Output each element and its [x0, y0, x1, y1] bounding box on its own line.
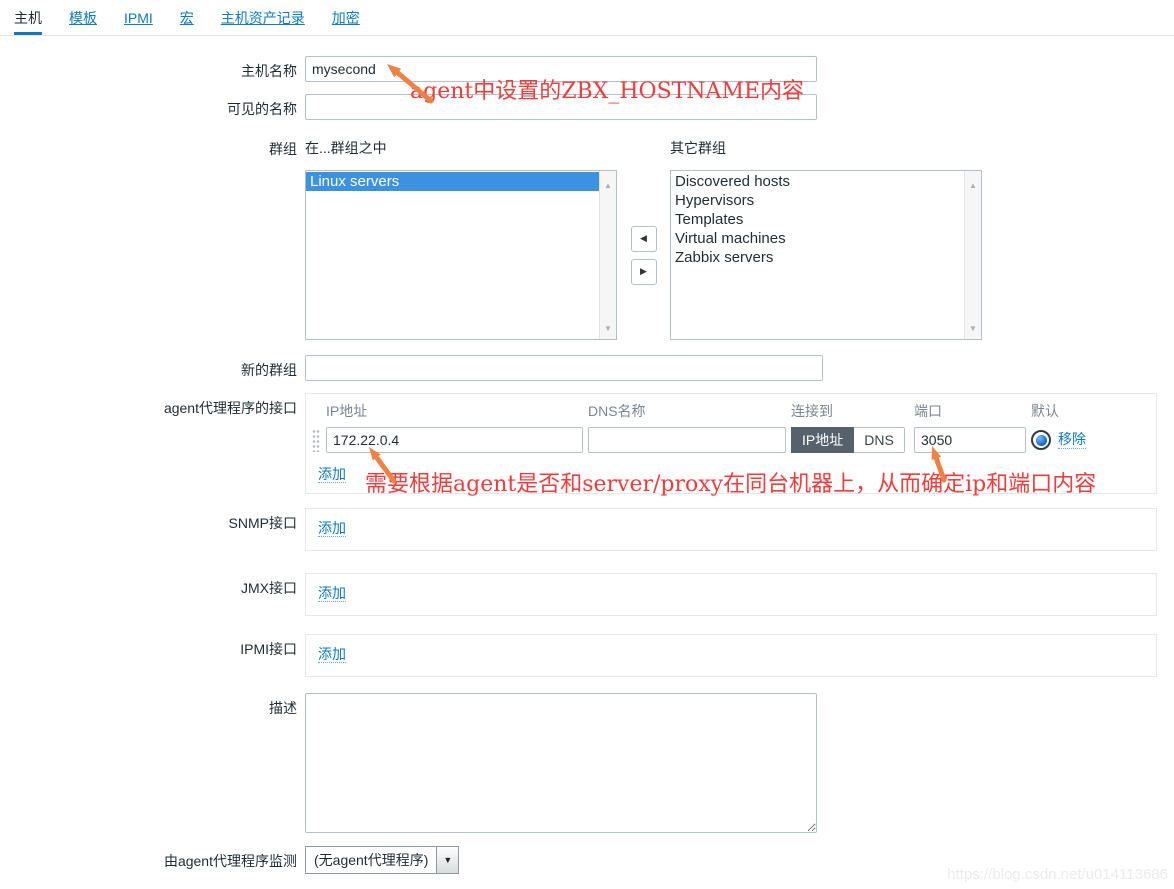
- in-groups-header: 在...群组之中: [305, 139, 617, 157]
- host-form: 主机名称 可见的名称 群组 在...群组之中 Linux servers: [0, 36, 1174, 874]
- description-label: 描述: [0, 693, 305, 718]
- groups-label: 群组: [0, 139, 305, 159]
- other-groups-column: 其它群组 Discovered hostsHypervisorsTemplate…: [670, 139, 982, 340]
- interface-add-row: 添加: [311, 466, 1146, 483]
- list-item[interactable]: Hypervisors: [671, 191, 964, 210]
- description-textarea[interactable]: [305, 693, 817, 833]
- scroll-down-icon[interactable]: [604, 318, 612, 335]
- scroll-up-icon[interactable]: [604, 175, 612, 192]
- combo-dropdown-icon[interactable]: [437, 846, 459, 874]
- jmx-box: 添加: [305, 573, 1157, 616]
- column-header-default: 默认: [1031, 402, 1146, 420]
- host-name-label: 主机名称: [0, 56, 305, 81]
- row-agent-interfaces: agent代理程序的接口 IP地址 DNS名称 连接到 端口 默认 IP地址: [0, 393, 1174, 494]
- groups-widget: 在...群组之中 Linux servers: [305, 139, 982, 340]
- host-config-page: 主机 模板 IPMI 宏 主机资产记录 加密 主机名称 可见的名称 群组 在...群组之中…: [0, 0, 1174, 889]
- interface-port-input[interactable]: [914, 427, 1026, 453]
- other-groups-header: 其它群组: [670, 139, 982, 157]
- interface-dns-input[interactable]: [588, 427, 786, 453]
- ipmi-box: 添加: [305, 634, 1157, 677]
- visible-name-input[interactable]: [305, 94, 817, 120]
- interface-ip-input[interactable]: [326, 427, 583, 453]
- monitored-by-label: 由agent代理程序监测: [0, 846, 305, 871]
- list-item[interactable]: Discovered hosts: [671, 172, 964, 191]
- group-transfer-buttons: [617, 170, 670, 340]
- row-snmp: SNMP接口 添加: [0, 508, 1174, 551]
- other-groups-listbox[interactable]: Discovered hostsHypervisorsTemplatesVirt…: [670, 170, 982, 340]
- in-groups-listbox[interactable]: Linux servers: [305, 170, 617, 340]
- tab-bar: 主机 模板 IPMI 宏 主机资产记录 加密: [0, 0, 1174, 36]
- new-group-input[interactable]: [305, 355, 823, 381]
- tab[interactable]: 加密: [332, 10, 360, 35]
- connect-to-option[interactable]: DNS: [854, 427, 905, 453]
- scroll-up-icon[interactable]: [969, 175, 977, 192]
- proxy-combobox[interactable]: (无agent代理程序): [305, 846, 459, 874]
- agent-interfaces-box: IP地址 DNS名称 连接到 端口 默认 IP地址DNS: [305, 393, 1157, 494]
- drag-handle-icon[interactable]: [312, 428, 320, 452]
- visible-name-label: 可见的名称: [0, 94, 305, 119]
- jmx-label: JMX接口: [0, 573, 305, 598]
- row-new-group: 新的群组: [0, 355, 1174, 381]
- move-right-button[interactable]: [631, 259, 657, 285]
- list-item[interactable]: Zabbix servers: [671, 248, 964, 267]
- column-header-dns: DNS名称: [588, 402, 786, 420]
- other-groups-scrollbar[interactable]: [964, 171, 981, 339]
- add-ipmi-interface-link[interactable]: 添加: [318, 646, 346, 663]
- interface-row: IP地址DNS 移除: [311, 427, 1146, 453]
- row-monitored-by: 由agent代理程序监测 (无agent代理程序): [0, 846, 1174, 874]
- agent-interfaces-label: agent代理程序的接口: [0, 393, 305, 418]
- column-header-ip: IP地址: [326, 402, 583, 420]
- row-ipmi: IPMI接口 添加: [0, 634, 1174, 677]
- list-item[interactable]: Linux servers: [306, 172, 599, 191]
- row-jmx: JMX接口 添加: [0, 573, 1174, 616]
- host-name-input[interactable]: [305, 56, 817, 82]
- row-host-name: 主机名称: [0, 56, 1174, 82]
- column-header-connect-to: 连接到: [791, 402, 909, 420]
- tab[interactable]: IPMI: [124, 10, 153, 35]
- interface-header-row: IP地址 DNS名称 连接到 端口 默认: [311, 402, 1146, 427]
- row-description: 描述: [0, 693, 1174, 833]
- interface-default-cell: 移除: [1031, 430, 1146, 450]
- snmp-box: 添加: [305, 508, 1157, 551]
- connect-to-option[interactable]: IP地址: [791, 427, 854, 453]
- new-group-label: 新的群组: [0, 355, 305, 380]
- ipmi-label: IPMI接口: [0, 634, 305, 659]
- add-snmp-interface-link[interactable]: 添加: [318, 520, 346, 537]
- tab[interactable]: 主机: [14, 10, 42, 35]
- column-header-port: 端口: [914, 402, 1026, 420]
- row-groups: 群组 在...群组之中 Linux servers: [0, 139, 1174, 340]
- add-agent-interface-link[interactable]: 添加: [318, 466, 346, 483]
- list-item[interactable]: Templates: [671, 210, 964, 229]
- remove-interface-link[interactable]: 移除: [1058, 431, 1086, 449]
- proxy-selected-value: (无agent代理程序): [305, 846, 437, 874]
- row-visible-name: 可见的名称: [0, 94, 1174, 120]
- tab[interactable]: 模板: [69, 10, 97, 35]
- connect-to-toggle: IP地址DNS: [791, 427, 909, 453]
- move-left-button[interactable]: [631, 226, 657, 252]
- list-item[interactable]: Virtual machines: [671, 229, 964, 248]
- in-groups-column: 在...群组之中 Linux servers: [305, 139, 617, 340]
- default-radio[interactable]: [1031, 430, 1051, 450]
- tab[interactable]: 主机资产记录: [221, 10, 305, 35]
- scroll-down-icon[interactable]: [969, 318, 977, 335]
- tab[interactable]: 宏: [180, 10, 194, 35]
- add-jmx-interface-link[interactable]: 添加: [318, 585, 346, 602]
- in-groups-scrollbar[interactable]: [599, 171, 616, 339]
- snmp-label: SNMP接口: [0, 508, 305, 533]
